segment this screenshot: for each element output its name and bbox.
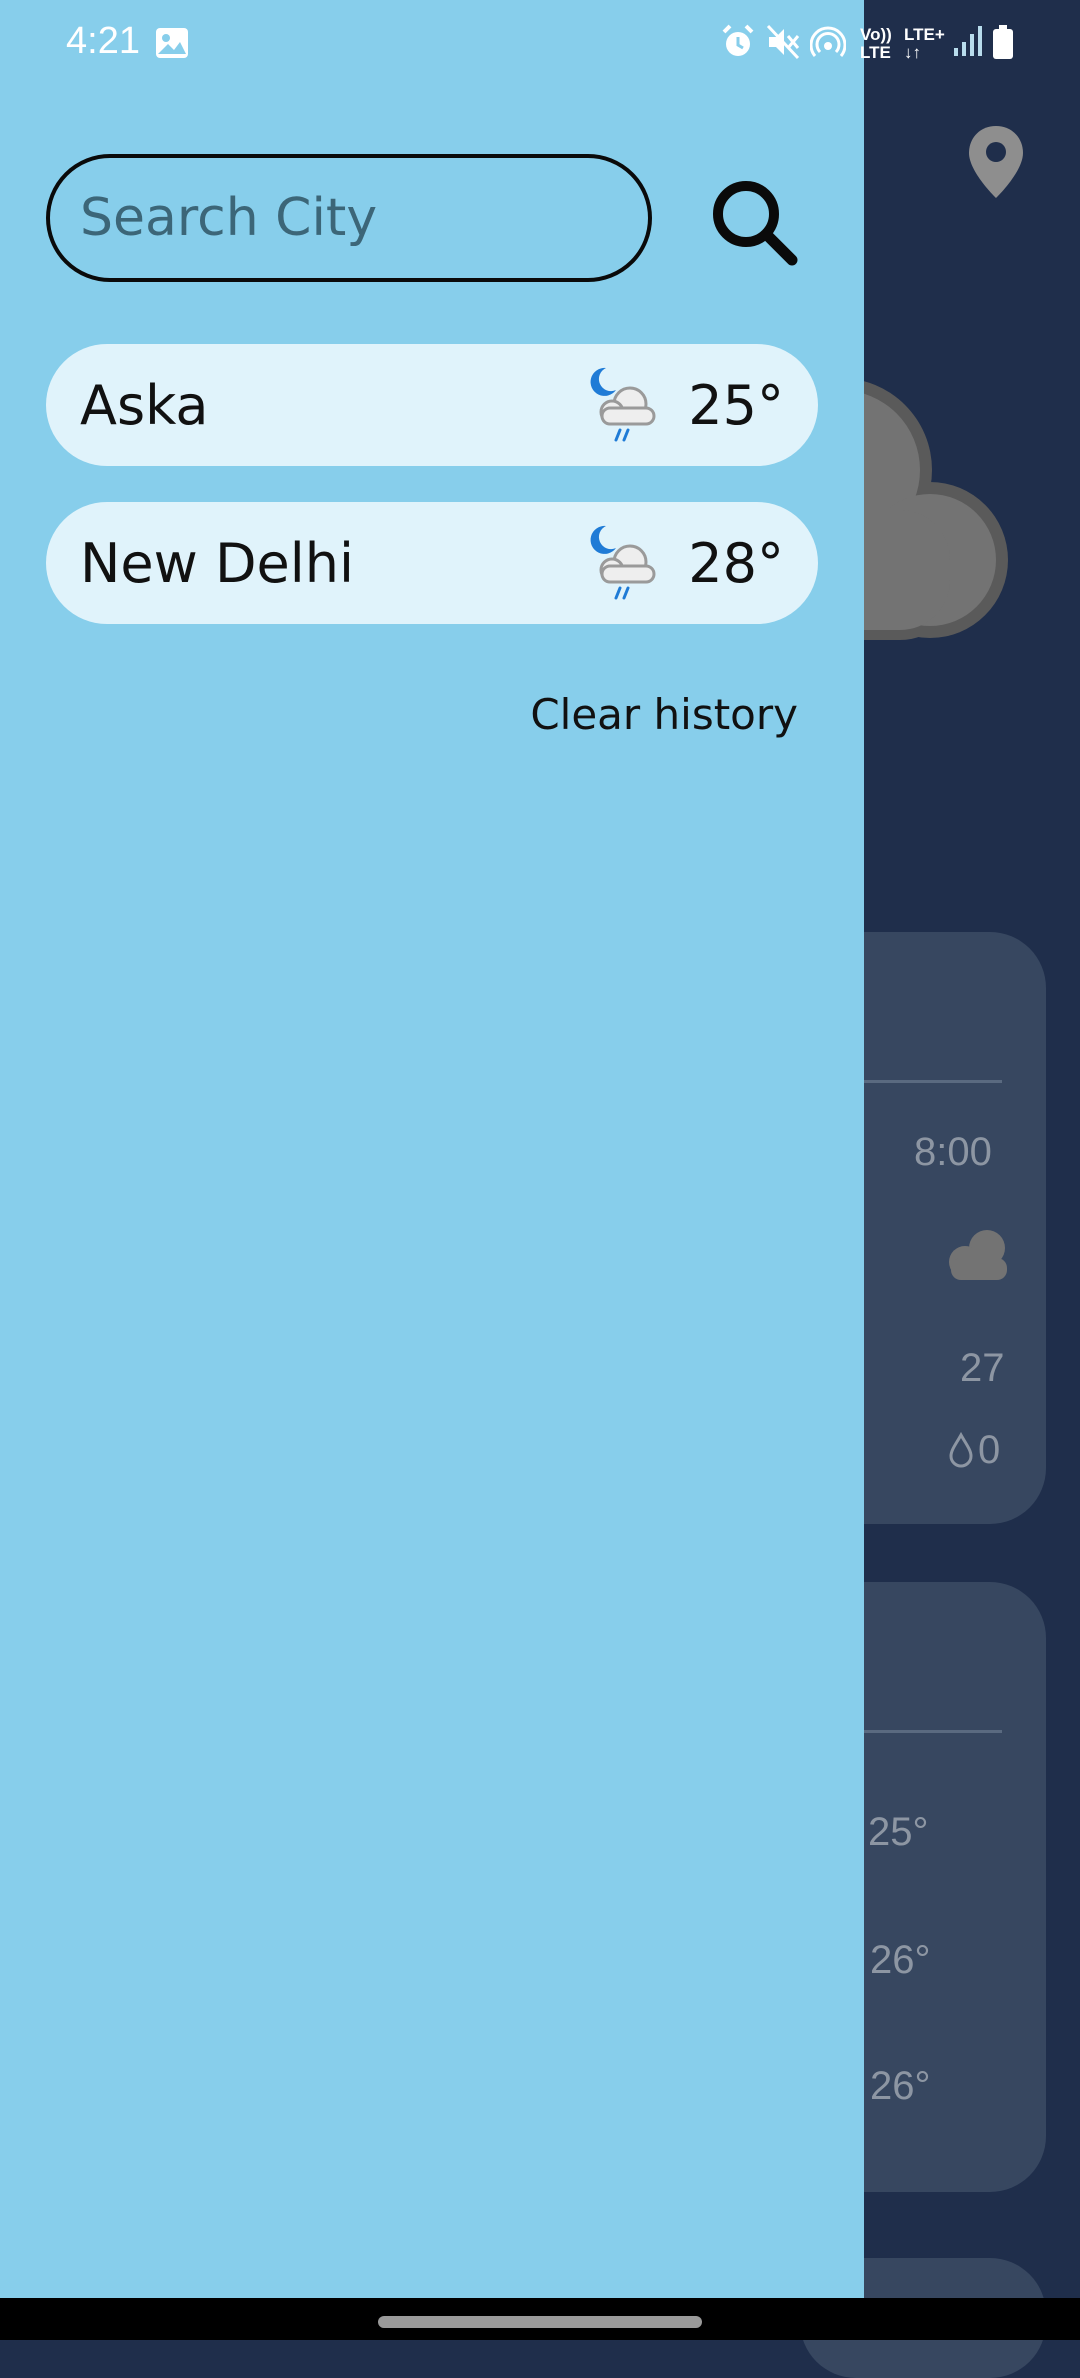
clear-history-button[interactable]: Clear history xyxy=(530,690,798,739)
home-gesture-handle[interactable] xyxy=(378,2316,702,2328)
night-rain-cloud-icon xyxy=(590,367,656,442)
gallery-icon xyxy=(156,28,188,58)
signal-icon xyxy=(954,26,982,56)
lte-label: LTE+ ↓↑ xyxy=(904,25,945,62)
search-icon[interactable] xyxy=(708,176,800,268)
volte-label: Vo)) LTE xyxy=(860,25,892,62)
status-bar: 4:21 Vo)) LTE LTE+ ↓↑ xyxy=(0,0,1080,86)
history-item-aska[interactable]: Aska 25° xyxy=(46,344,818,466)
alarm-icon xyxy=(722,24,754,56)
mute-icon xyxy=(766,24,800,60)
night-rain-cloud-icon xyxy=(590,525,656,600)
daily-temp-3: 26° xyxy=(870,2064,931,2108)
city-temperature: 25° xyxy=(688,374,784,437)
location-pin-icon[interactable] xyxy=(967,124,1025,200)
raindrop-icon xyxy=(949,1432,973,1468)
status-time: 4:21 xyxy=(66,20,140,62)
city-name: Aska xyxy=(80,374,209,437)
card-divider xyxy=(864,1730,1002,1733)
hourly-time: 8:00 xyxy=(914,1130,992,1174)
navigation-bar xyxy=(0,2298,1080,2340)
daily-temp-1: 25° xyxy=(868,1810,929,1854)
daily-temp-2: 26° xyxy=(870,1938,931,1982)
card-divider xyxy=(864,1080,1002,1083)
history-item-new-delhi[interactable]: New Delhi 28° xyxy=(46,502,818,624)
city-name: New Delhi xyxy=(80,532,354,595)
hotspot-icon xyxy=(810,26,846,57)
battery-icon xyxy=(993,25,1013,59)
search-drawer: Aska 25° New Delhi 28° Clear history xyxy=(0,0,864,2298)
hourly-cloud-icon xyxy=(949,1230,1007,1280)
city-temperature: 28° xyxy=(688,532,784,595)
search-city-input[interactable] xyxy=(46,154,652,282)
hourly-rain: 0 xyxy=(978,1428,1001,1472)
hourly-temp: 27 xyxy=(960,1346,1005,1390)
